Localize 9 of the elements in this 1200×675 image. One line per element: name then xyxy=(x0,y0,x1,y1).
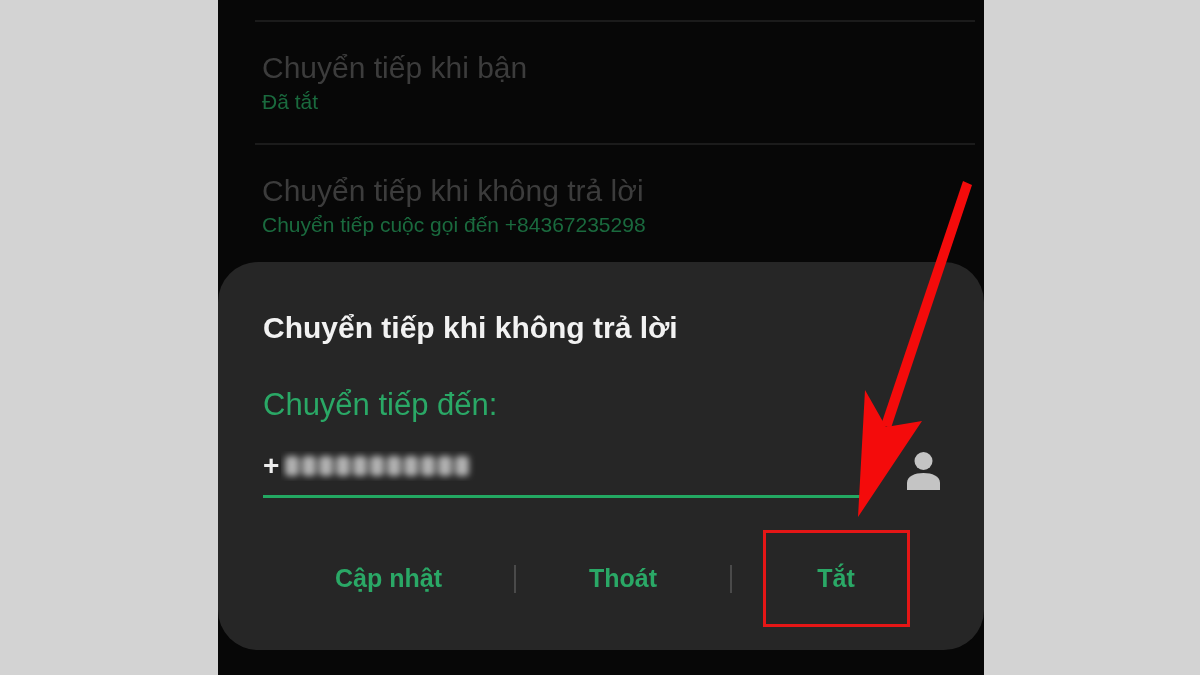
field-label: Chuyển tiếp đến: xyxy=(263,387,498,423)
contact-person-icon[interactable] xyxy=(907,452,940,490)
phone-number-field[interactable]: + xyxy=(263,449,860,498)
dialog-action-button[interactable]: Tắt xyxy=(762,530,910,627)
setting-status: Chuyển tiếp cuộc gọi đến +84367235298 xyxy=(262,212,646,238)
dialog-title: Chuyển tiếp khi không trả lời xyxy=(263,310,678,346)
dialog-action-button[interactable]: Cập nhật xyxy=(315,530,462,627)
dialog-action-button[interactable]: Thoát xyxy=(549,530,697,627)
setting-status: Đã tắt xyxy=(262,89,319,115)
